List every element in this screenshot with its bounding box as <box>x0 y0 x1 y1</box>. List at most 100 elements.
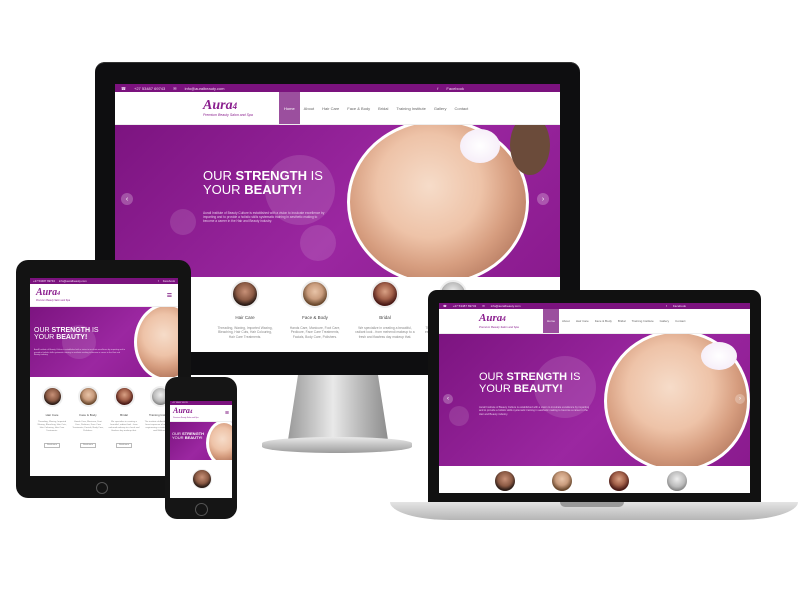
nav-training[interactable]: Training Institute <box>392 92 429 124</box>
service-avatar <box>231 280 259 308</box>
phone-number[interactable]: +27 53487 69743 <box>134 86 165 91</box>
nav-bridal[interactable]: Bridal <box>374 92 392 124</box>
service-avatar <box>301 280 329 308</box>
service-avatar <box>371 280 399 308</box>
logo-text: Aura <box>173 406 190 415</box>
phone-home-button[interactable] <box>195 503 208 516</box>
phone-number[interactable]: +27 53487 69743 <box>172 402 188 404</box>
monitor-stand <box>288 375 388 440</box>
next-arrow-icon[interactable]: › <box>537 193 549 205</box>
facebook-icon[interactable]: f <box>666 304 667 308</box>
nav-home[interactable]: Home <box>543 309 560 333</box>
phone-icon: ☎ <box>443 304 447 308</box>
logo[interactable]: Aura4 Premium Beauty Salon and Spa <box>36 287 71 303</box>
email-link[interactable]: info@auralbeauty.com <box>185 86 225 91</box>
nav-about[interactable]: About <box>300 92 318 124</box>
service-avatar <box>41 386 63 407</box>
nav-gallery[interactable]: Gallery <box>657 309 673 333</box>
service-face-body[interactable]: Face & Body Hands Care, Manicure, Foot C… <box>72 386 104 450</box>
nav-home[interactable]: Home <box>279 92 300 124</box>
nav-face-body[interactable]: Face & Body <box>592 309 615 333</box>
prev-arrow-icon[interactable]: ‹ <box>121 193 133 205</box>
logo-tagline: Premium Beauty Salon and Spa <box>203 113 253 117</box>
top-contact-bar: ☎ +27 53487 69743 ✉ info@auralbeauty.com… <box>115 84 560 92</box>
main-nav: Aura4 Premium Beauty Salon and Spa Home … <box>439 309 750 334</box>
prev-arrow-icon[interactable]: ‹ <box>443 394 453 404</box>
laptop-notch <box>560 502 624 507</box>
logo-text: Aura <box>36 287 58 298</box>
hero-headline: OUR STRENGTH IS YOUR BEAUTY! <box>203 168 323 197</box>
hero-headline: OUR STRENGTH YOUR BEAUTY! <box>172 431 205 441</box>
hamburger-menu-icon[interactable]: ≡ <box>225 410 229 417</box>
logo[interactable]: Aura4 Premium Beauty Salon and Spa <box>203 99 279 118</box>
service-hair-care[interactable]: Hair Care Threading, Waxing, Imported Wa… <box>215 280 275 339</box>
service-avatar <box>77 386 99 407</box>
service-avatar <box>113 386 135 407</box>
main-nav: Aura4 Premium Beauty Salon and Spa Home … <box>115 92 560 125</box>
phone-number[interactable]: +27 53487 69743 <box>453 304 476 308</box>
logo-tagline: Premium Beauty Salon and Spa <box>36 299 71 302</box>
logo-text: Aura <box>479 312 503 324</box>
read-more-button[interactable]: Read more <box>80 442 96 448</box>
hero-slider: OUR STRENGTH IS YOUR BEAUTY! Aurall Inst… <box>115 125 560 277</box>
nav-contact[interactable]: Contact <box>672 309 688 333</box>
phone-icon: ☎ <box>121 85 126 91</box>
service-bridal[interactable]: Bridal We specialize in creating a beaut… <box>108 386 140 450</box>
facebook-icon[interactable]: f <box>158 279 159 283</box>
tablet-home-button[interactable] <box>96 482 108 494</box>
nav-gallery[interactable]: Gallery <box>430 92 451 124</box>
hamburger-menu-icon[interactable]: ≡ <box>167 290 172 300</box>
logo[interactable]: Aura4 Premium Beauty Salon and Spa <box>479 312 543 330</box>
phone-screen: +27 53487 69743 Aura4 Premium Beauty Sal… <box>170 401 232 498</box>
email-link[interactable]: info@auralbeauty.com <box>491 304 521 308</box>
flower-image <box>460 129 500 163</box>
nav-bridal[interactable]: Bridal <box>615 309 629 333</box>
logo-tagline: Premium Beauty Salon and Spa <box>479 325 519 329</box>
service-avatar <box>495 471 515 491</box>
hero-headline: OUR STRENGTH IS YOUR BEAUTY! <box>479 371 581 395</box>
nav-face-body[interactable]: Face & Body <box>343 92 374 124</box>
service-avatar <box>609 471 629 491</box>
tablet-screen: +27 53487 69743 info@auralbeauty.com f F… <box>30 278 178 476</box>
service-avatar <box>192 469 212 489</box>
nav-contact[interactable]: Contact <box>450 92 472 124</box>
nav-hair-care[interactable]: Hair Care <box>573 309 592 333</box>
hero-slider: OUR STRENGTH YOUR BEAUTY! <box>170 422 232 460</box>
service-avatar <box>552 471 572 491</box>
nav-training[interactable]: Training Institute <box>629 309 657 333</box>
flower-image <box>701 342 737 370</box>
service-avatar <box>667 471 687 491</box>
hero-slider: OUR STRENGTH IS YOUR BEAUTY! Aurall Inst… <box>439 334 750 466</box>
hero-slider: OUR STRENGTH IS YOUR BEAUTY! Aurall Inst… <box>30 307 178 377</box>
logo-tagline: Premium Beauty Salon and Spa <box>173 417 199 419</box>
main-nav: Aura4 Premium Beauty Salon and Spa ≡ <box>170 405 232 422</box>
facebook-link[interactable]: Facebook <box>163 279 175 283</box>
hero-blurb: Aurall Institute of Beauty Culture is es… <box>34 349 126 357</box>
nav-hair-care[interactable]: Hair Care <box>318 92 343 124</box>
main-nav: Aura4 Premium Beauty Salon and Spa ≡ <box>30 284 178 307</box>
facebook-icon[interactable]: f <box>437 86 438 91</box>
smartphone: +27 53487 69743 Aura4 Premium Beauty Sal… <box>165 377 237 519</box>
next-arrow-icon[interactable]: › <box>735 394 745 404</box>
service-bridal[interactable]: Bridal We specialize in creating a beaut… <box>355 280 415 339</box>
facebook-link[interactable]: Facebook <box>673 304 686 308</box>
laptop: ☎ +27 53487 69743 ✉ info@auralbeauty.com… <box>428 290 761 502</box>
phone-number[interactable]: +27 53487 69743 <box>33 279 55 283</box>
facebook-link[interactable]: Facebook <box>446 86 464 91</box>
monitor-base <box>262 437 412 453</box>
laptop-screen: ☎ +27 53487 69743 ✉ info@auralbeauty.com… <box>439 303 750 493</box>
hero-model-image <box>347 125 529 277</box>
hero-headline: OUR STRENGTH IS YOUR BEAUTY! <box>34 327 99 342</box>
read-more-button[interactable]: Read more <box>116 442 132 448</box>
service-hair-care[interactable]: Hair Care Threading, Waxing, Imported Wa… <box>36 386 68 450</box>
email-link[interactable]: info@auralbeauty.com <box>59 279 87 283</box>
logo[interactable]: Aura4 Premium Beauty Salon and Spa <box>173 406 199 420</box>
hero-blurb: Aurall Institute of Beauty Culture is es… <box>203 211 325 224</box>
read-more-button[interactable]: Read more <box>44 442 60 448</box>
mail-icon: ✉ <box>173 85 177 91</box>
service-face-body[interactable]: Face & Body Hands Care, Manicure, Foot C… <box>285 280 345 339</box>
nav-about[interactable]: About <box>559 309 573 333</box>
hero-blurb: Aurall Institute of Beauty Culture is es… <box>479 406 590 416</box>
mail-icon: ✉ <box>482 304 485 308</box>
hero-model-image <box>206 422 232 460</box>
